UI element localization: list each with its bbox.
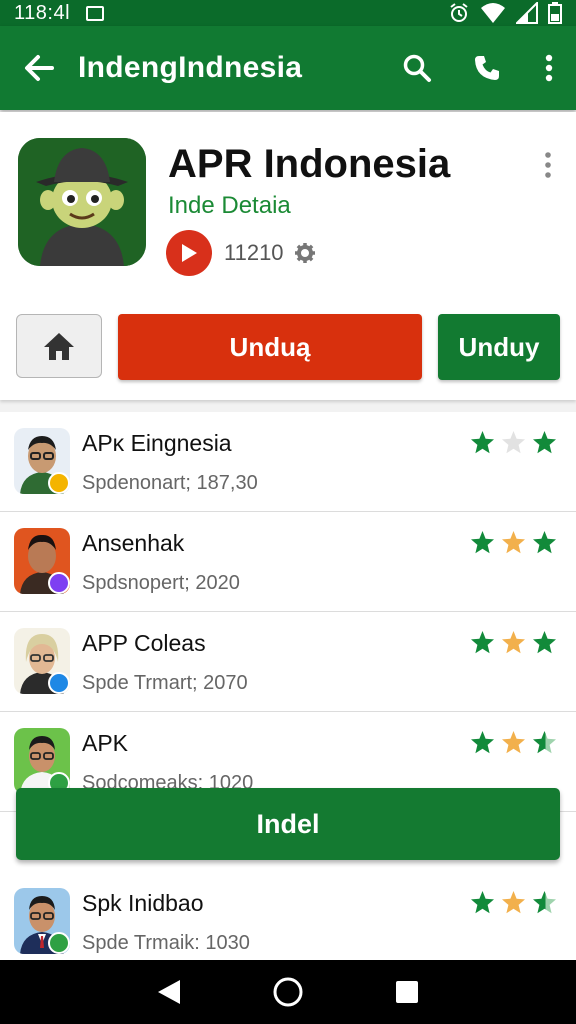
settings-button[interactable] <box>294 242 316 264</box>
more-vertical-icon <box>545 54 553 82</box>
star-icon <box>471 631 494 654</box>
wifi-icon <box>481 3 505 23</box>
star-icon <box>502 731 525 754</box>
circle-home-icon <box>273 977 303 1007</box>
star-icon <box>502 631 525 654</box>
image-notification-icon <box>86 5 105 21</box>
list-item[interactable]: Spk Inidbao Spde Trmaik: 1030 <box>0 872 576 960</box>
star-icon <box>533 631 556 654</box>
star-icon <box>471 891 494 914</box>
nav-recents-button[interactable] <box>377 962 437 1022</box>
star-icon <box>533 531 556 554</box>
search-icon <box>403 54 431 82</box>
rating-stars <box>470 890 557 915</box>
nav-back-button[interactable] <box>139 962 199 1022</box>
star-icon <box>533 731 556 754</box>
rating-stars <box>470 430 557 455</box>
list-item-subtitle: Spde Trmaik: 1030 <box>82 932 250 954</box>
list-item[interactable]: APP Coleas Spde Trmart; 2070 <box>0 612 576 712</box>
signal-icon <box>516 2 538 24</box>
developer-link[interactable]: Inde Detaia <box>168 192 291 220</box>
download-button-primary[interactable]: Unduą <box>118 314 422 380</box>
app-icon <box>18 138 146 266</box>
play-icon <box>182 244 197 262</box>
star-icon <box>533 891 556 914</box>
list-item[interactable]: APᴋ Eingnesia Spdenonart; 187,30 <box>0 412 576 512</box>
phone-icon <box>475 56 499 80</box>
app-screen: 118:4l IndengIndnesia APR Indonesia Inde… <box>0 0 576 1024</box>
status-badge-icon <box>48 572 70 594</box>
back-button[interactable] <box>0 26 78 110</box>
triangle-back-icon <box>158 980 181 1004</box>
arrow-back-icon <box>25 55 54 81</box>
star-icon <box>502 431 525 454</box>
call-button[interactable] <box>452 26 522 110</box>
app-header-card: APR Indonesia Inde Detaia 11210 Unduą Un… <box>0 112 576 400</box>
list-item-title: Ansenhak <box>82 530 185 556</box>
status-badge-icon <box>48 932 70 954</box>
system-nav-bar <box>0 960 576 1024</box>
app-list: APᴋ Eingnesia Spdenonart; 187,30 Ansenha… <box>0 412 576 960</box>
app-bar-title: IndengIndnesia <box>78 51 303 84</box>
list-item[interactable]: Ansenhak Spdsnopert; 2020 <box>0 512 576 612</box>
list-item-subtitle: Spdsnopert; 2020 <box>82 572 240 594</box>
rating-stars <box>470 730 557 755</box>
list-item-title: APP Coleas <box>82 630 206 656</box>
overflow-menu-button[interactable] <box>522 26 576 110</box>
list-item-title: APK <box>82 730 129 756</box>
alarm-icon <box>450 3 468 22</box>
status-time: 118:4l <box>14 1 71 24</box>
status-badge-icon <box>48 672 70 694</box>
list-item-title: Spk Inidbao <box>82 890 204 916</box>
square-recents-icon <box>395 981 418 1003</box>
home-button[interactable] <box>16 314 102 378</box>
rating-stars <box>470 530 557 555</box>
home-icon <box>44 333 74 360</box>
app-mascot-icon <box>18 138 146 266</box>
star-icon <box>471 431 494 454</box>
app-stats-row: 11210 <box>166 230 316 276</box>
nav-home-button[interactable] <box>258 962 318 1022</box>
download-count: 11210 <box>224 240 284 265</box>
status-badge-icon <box>48 472 70 494</box>
battery-icon <box>548 2 562 24</box>
star-icon <box>502 531 525 554</box>
play-preview-button[interactable] <box>166 230 212 276</box>
list-item-subtitle: Spde Trmart; 2070 <box>82 672 248 694</box>
app-name: APR Indonesia <box>168 142 451 186</box>
app-bar: IndengIndnesia <box>0 26 576 110</box>
rating-stars <box>470 630 557 655</box>
gear-icon <box>294 243 315 263</box>
more-vertical-icon <box>545 152 551 178</box>
status-bar: 118:4l <box>0 0 576 26</box>
list-item-title: APᴋ Eingnesia <box>82 430 232 456</box>
search-button[interactable] <box>382 26 452 110</box>
star-icon <box>502 891 525 914</box>
download-button-secondary[interactable]: Unduy <box>438 314 560 380</box>
list-item-subtitle: Spdenonart; 187,30 <box>82 472 258 494</box>
star-icon <box>533 431 556 454</box>
star-icon <box>471 731 494 754</box>
header-more-button[interactable] <box>536 150 560 180</box>
install-button[interactable]: Indel <box>16 788 560 860</box>
star-icon <box>471 531 494 554</box>
